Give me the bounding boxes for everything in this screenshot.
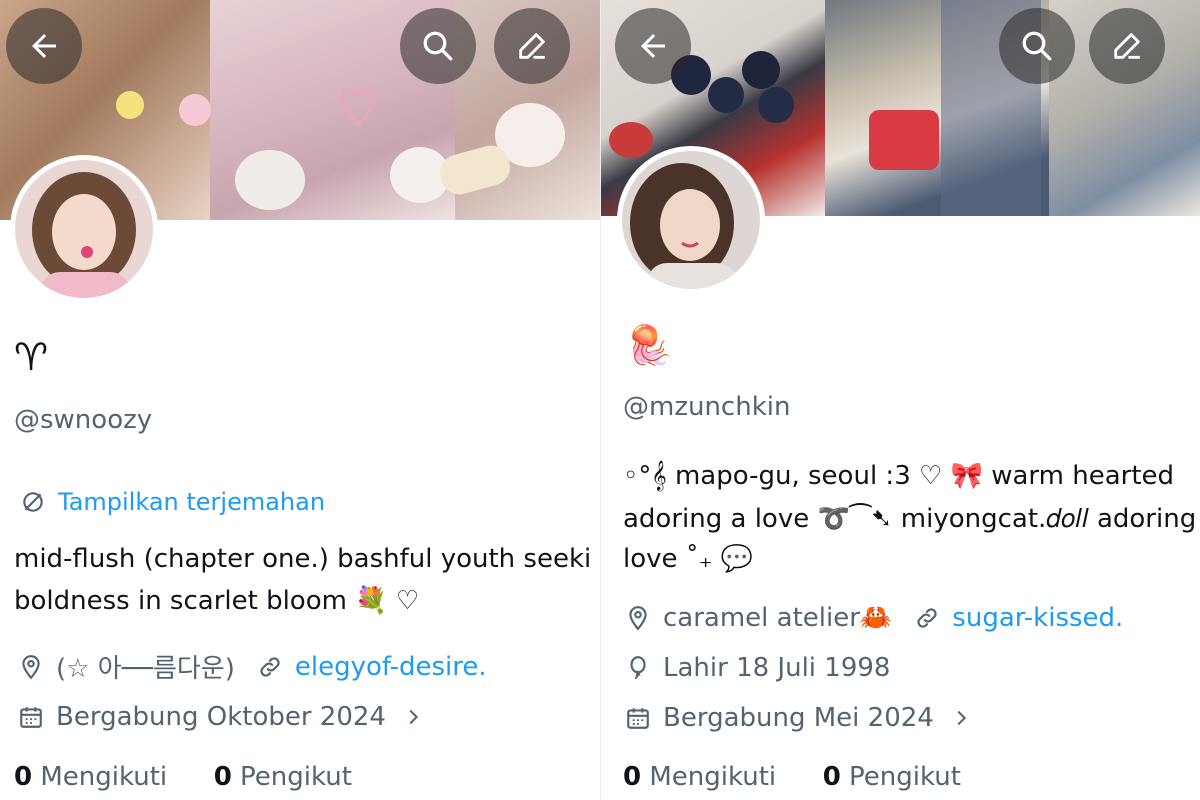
followers-link[interactable]: 0 Pengikut (214, 762, 352, 792)
bio-line: mid-flush (chapter one.) bashful youth s… (14, 544, 592, 574)
birthday-row: Lahir 18 Juli 1998 (625, 653, 890, 683)
website-link[interactable]: sugar-kissed. (952, 603, 1123, 633)
edit-button[interactable] (494, 8, 570, 84)
birthday-text: Lahir 18 Juli 1998 (663, 653, 891, 683)
arrow-left-icon (32, 34, 56, 58)
link-icon (260, 656, 280, 677)
chevron-right-icon (957, 710, 966, 726)
avatar-image (622, 151, 760, 289)
display-name: 🪼 (625, 323, 673, 367)
location-pin-icon (22, 654, 40, 679)
calendar-icon (20, 707, 42, 728)
following-label: Mengikuti (649, 762, 777, 792)
followers-label: Pengikut (240, 762, 352, 792)
followers-label: Pengikut (849, 762, 961, 792)
follow-counts: 0 Mengikuti 0 Pengikut (14, 762, 352, 792)
search-icon (423, 31, 453, 61)
balloon-icon (630, 656, 646, 679)
join-date-row[interactable]: Bergabung Mei 2024 (625, 703, 972, 733)
search-icon (1022, 31, 1052, 61)
username-handle: @mzunchkin (623, 392, 791, 422)
calendar-icon (627, 708, 649, 729)
join-date-text: Bergabung Oktober 2024 (56, 702, 386, 732)
username-handle: @swnoozy (14, 405, 153, 435)
profile-meta-location-website: (☆ 아──름다운) elegyof-desire. (18, 648, 487, 685)
search-button[interactable] (400, 8, 476, 84)
profile-panel-right: 🪼 @mzunchkin ◦°𝄞 mapo-gu, seoul :3 ♡ 🎀 w… (601, 0, 1200, 800)
join-date-text: Bergabung Mei 2024 (663, 703, 934, 733)
followers-count: 0 (213, 762, 232, 792)
profile-meta-location-website: caramel atelier🦀 sugar-kissed. (625, 603, 1123, 633)
avatar[interactable] (10, 155, 158, 303)
following-link[interactable]: 0 Mengikuti (14, 762, 167, 792)
bio-line: boldness in scarlet bloom 💐 ♡ (14, 586, 420, 616)
profile-panel-left: ♈ @swnoozy Tampilkan terjemahan mid-flus… (0, 0, 600, 800)
following-label: Mengikuti (40, 762, 168, 792)
translate-icon (23, 492, 43, 512)
location-text: caramel atelier🦀 (663, 603, 893, 633)
pencil-icon (1114, 33, 1140, 59)
location-text: (☆ 아──름다운) (56, 654, 235, 684)
bio-line: adoring a love ➰⁀➷ miyongcat.𝑑𝑜𝑙𝑙 adorin… (623, 504, 1200, 534)
join-date-row[interactable]: Bergabung Oktober 2024 (18, 702, 424, 732)
search-button[interactable] (999, 8, 1075, 84)
bio-line: love ˚₊ 💬 (623, 544, 754, 574)
website-link[interactable]: elegyof-desire. (295, 652, 487, 682)
followers-link[interactable]: 0 Pengikut (823, 762, 961, 792)
translate-label: Tampilkan terjemahan (58, 488, 326, 516)
follow-counts: 0 Mengikuti 0 Pengikut (623, 762, 961, 792)
location-pin-icon (629, 606, 647, 631)
chevron-right-icon (409, 709, 419, 725)
following-count: 0 (14, 762, 33, 792)
display-name: ♈ (14, 335, 49, 379)
avatar[interactable] (617, 146, 765, 294)
back-button[interactable] (6, 8, 82, 84)
avatar-image (15, 160, 153, 298)
followers-count: 0 (822, 762, 841, 792)
back-button[interactable] (615, 8, 691, 84)
bio-line: ◦°𝄞 mapo-gu, seoul :3 ♡ 🎀 warm hearted (623, 461, 1175, 491)
edit-button[interactable] (1089, 8, 1165, 84)
arrow-left-icon (641, 34, 665, 58)
pencil-icon (519, 33, 545, 59)
translate-bio-link[interactable]: Tampilkan terjemahan (20, 488, 325, 516)
following-count: 0 (623, 762, 642, 792)
link-icon (917, 608, 937, 628)
following-link[interactable]: 0 Mengikuti (623, 762, 776, 792)
